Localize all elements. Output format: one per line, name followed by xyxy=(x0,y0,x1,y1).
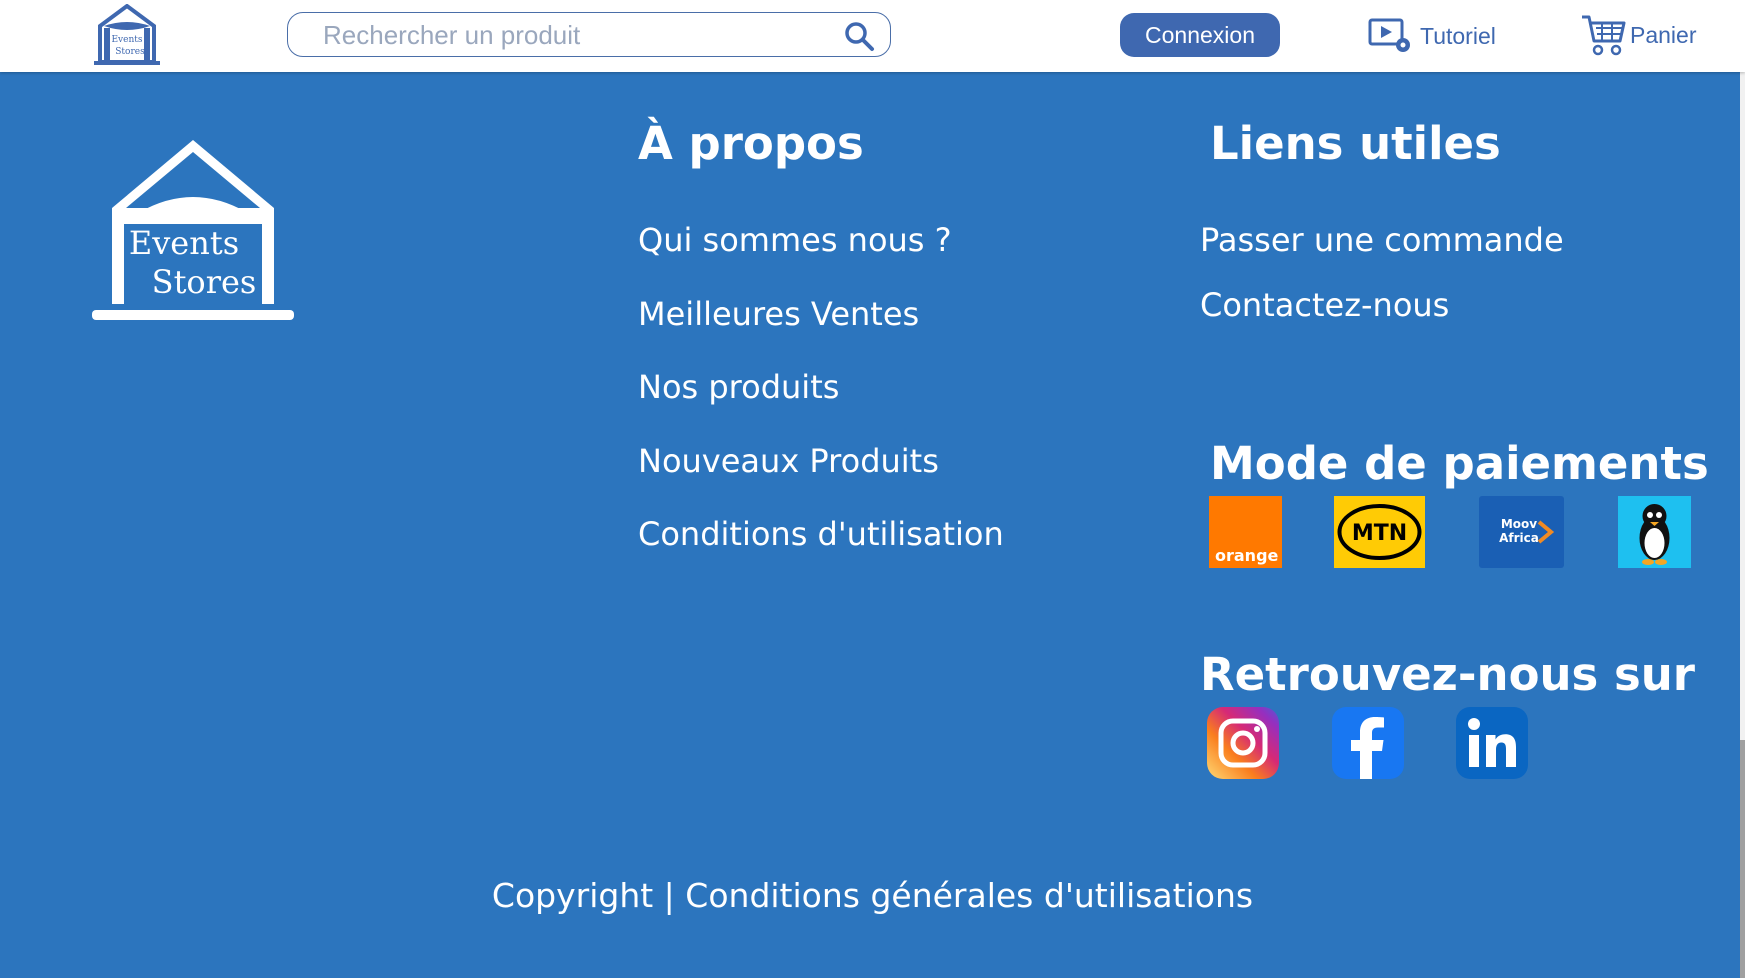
facebook-icon[interactable] xyxy=(1332,707,1404,779)
svg-text:orange: orange xyxy=(1215,546,1279,565)
svg-text:MTN: MTN xyxy=(1352,521,1407,546)
link-place-order[interactable]: Passer une commande xyxy=(1200,221,1564,259)
about-link-our-products[interactable]: Nos produits xyxy=(638,368,839,406)
svg-text:Stores: Stores xyxy=(152,263,257,301)
search-bar xyxy=(287,12,891,57)
cart-link[interactable]: Panier xyxy=(1580,12,1696,58)
mtn-logo: MTN xyxy=(1334,496,1425,568)
svg-text:Africa: Africa xyxy=(1499,531,1539,545)
orange-money-logo: orange xyxy=(1209,496,1282,568)
video-settings-icon xyxy=(1368,18,1410,52)
payment-methods-heading: Mode de paiements xyxy=(1210,437,1709,490)
top-navbar: Events Stores Connexion Tutoriel xyxy=(0,0,1745,72)
footer-bottom-bar: Copyright | Conditions générales d'utili… xyxy=(0,876,1745,915)
about-link-new-products[interactable]: Nouveaux Produits xyxy=(638,442,939,480)
copyright-link[interactable]: Copyright xyxy=(492,876,653,915)
about-heading: À propos xyxy=(638,117,864,170)
about-link-best-sellers[interactable]: Meilleures Ventes xyxy=(638,295,919,333)
moov-africa-logo: Moov Africa xyxy=(1479,496,1564,568)
login-button[interactable]: Connexion xyxy=(1120,13,1280,57)
svg-text:Events: Events xyxy=(129,224,239,262)
copyright-separator: | xyxy=(663,876,675,915)
brand-logo[interactable]: Events Stores xyxy=(92,4,162,66)
about-link-terms-of-use[interactable]: Conditions d'utilisation xyxy=(638,515,1004,553)
scrollbar-thumb[interactable] xyxy=(1740,740,1745,978)
svg-text:Events: Events xyxy=(111,35,142,45)
svg-text:Moov: Moov xyxy=(1501,517,1537,531)
shopping-cart-icon xyxy=(1582,15,1626,56)
search-icon[interactable] xyxy=(843,20,875,52)
instagram-icon[interactable] xyxy=(1207,707,1279,779)
social-heading: Retrouvez-nous sur xyxy=(1200,648,1695,701)
tutorial-label: Tutoriel xyxy=(1420,22,1496,49)
search-input[interactable] xyxy=(321,19,825,51)
linkedin-icon[interactable] xyxy=(1456,707,1528,779)
footer-logo[interactable]: Events Stores xyxy=(90,136,296,322)
useful-links-heading: Liens utiles xyxy=(1210,117,1501,170)
svg-text:Stores: Stores xyxy=(115,47,145,57)
about-link-who-we-are[interactable]: Qui sommes nous ? xyxy=(638,221,952,259)
penguin-wallet-logo xyxy=(1618,496,1691,568)
link-contact-us[interactable]: Contactez-nous xyxy=(1200,286,1449,324)
tutorial-link[interactable]: Tutoriel xyxy=(1368,16,1496,56)
cart-label: Panier xyxy=(1630,21,1697,48)
general-terms-link[interactable]: Conditions générales d'utilisations xyxy=(685,876,1253,915)
